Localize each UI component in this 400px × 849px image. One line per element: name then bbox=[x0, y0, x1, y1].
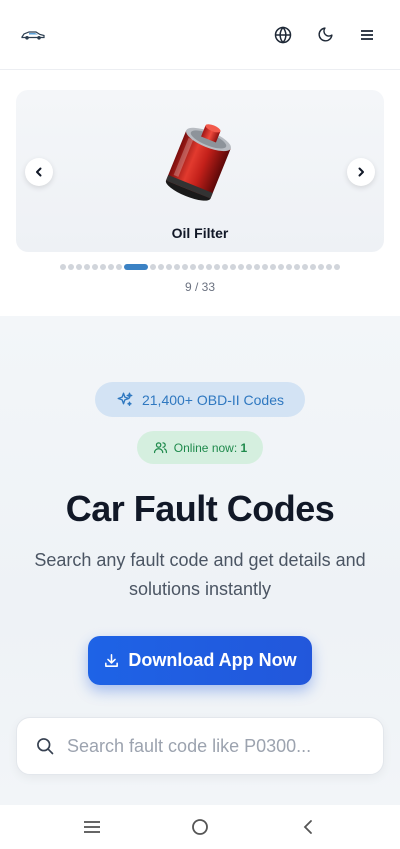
page-title: Car Fault Codes bbox=[65, 488, 335, 529]
pagination-dot[interactable] bbox=[222, 264, 228, 270]
pagination-dot[interactable] bbox=[68, 264, 74, 270]
pagination-dot[interactable] bbox=[60, 264, 66, 270]
moon-icon bbox=[318, 27, 333, 42]
hamburger-menu-icon bbox=[361, 29, 373, 40]
language-button[interactable] bbox=[270, 22, 296, 48]
pagination-dot[interactable] bbox=[108, 264, 114, 270]
pagination-dot[interactable] bbox=[262, 264, 268, 270]
pagination-dot[interactable] bbox=[92, 264, 98, 270]
pagination-dot[interactable] bbox=[206, 264, 212, 270]
pagination-dot[interactable] bbox=[310, 264, 316, 270]
pagination-dot[interactable] bbox=[150, 264, 156, 270]
pagination-dot[interactable] bbox=[254, 264, 260, 270]
pagination-dot[interactable] bbox=[76, 264, 82, 270]
carousel-pagination-dots bbox=[0, 263, 400, 271]
online-users-badge: Online now: 1 bbox=[137, 431, 263, 464]
pagination-dot[interactable] bbox=[158, 264, 164, 270]
chevron-left-icon bbox=[36, 167, 42, 177]
featured-parts-section: Oil Filter 9 / 33 bbox=[0, 70, 400, 316]
home-icon bbox=[192, 819, 208, 835]
pagination-dot[interactable] bbox=[84, 264, 90, 270]
system-navigation-bar bbox=[0, 805, 400, 849]
pagination-dot[interactable] bbox=[286, 264, 292, 270]
search-box[interactable] bbox=[16, 717, 384, 775]
theme-toggle-button[interactable] bbox=[312, 22, 338, 48]
globe-icon bbox=[274, 25, 292, 44]
parts-carousel[interactable]: Oil Filter bbox=[16, 90, 384, 252]
pagination-dot[interactable] bbox=[238, 264, 244, 270]
pagination-dot[interactable] bbox=[270, 264, 276, 270]
pagination-dot[interactable] bbox=[174, 264, 180, 270]
carousel-next-button[interactable] bbox=[347, 158, 375, 186]
users-icon bbox=[153, 442, 167, 454]
codes-count-badge: 21,400+ OBD-II Codes bbox=[95, 382, 305, 417]
pagination-dot[interactable] bbox=[246, 264, 252, 270]
recent-apps-button[interactable] bbox=[81, 816, 103, 838]
online-count: 1 bbox=[240, 440, 248, 455]
menu-button[interactable] bbox=[354, 22, 380, 48]
download-icon bbox=[105, 654, 119, 667]
oil-filter-image bbox=[156, 112, 246, 204]
pagination-dot[interactable] bbox=[334, 264, 340, 270]
back-button[interactable] bbox=[297, 816, 319, 838]
pagination-dot[interactable] bbox=[302, 264, 308, 270]
car-logo-icon[interactable] bbox=[20, 28, 50, 42]
pagination-dot[interactable] bbox=[190, 264, 196, 270]
pagination-dot[interactable] bbox=[214, 264, 220, 270]
pagination-dot-active[interactable] bbox=[124, 264, 148, 270]
search-icon bbox=[37, 738, 54, 755]
header-actions bbox=[270, 22, 380, 48]
pagination-dot[interactable] bbox=[278, 264, 284, 270]
carousel-item-title: Oil Filter bbox=[171, 225, 229, 241]
carousel-prev-button[interactable] bbox=[25, 158, 53, 186]
pagination-dot[interactable] bbox=[230, 264, 236, 270]
pagination-dot[interactable] bbox=[198, 264, 204, 270]
pagination-dot[interactable] bbox=[326, 264, 332, 270]
pagination-dot[interactable] bbox=[182, 264, 188, 270]
page-subtitle: Search any fault code and get details an… bbox=[34, 550, 366, 599]
sparkles-icon bbox=[117, 392, 133, 406]
pagination-dot[interactable] bbox=[100, 264, 106, 270]
home-button[interactable] bbox=[189, 816, 211, 838]
codes-count-text: 21,400+ OBD-II Codes bbox=[141, 391, 285, 408]
download-app-button[interactable]: Download App Now bbox=[88, 636, 312, 685]
app-header bbox=[0, 0, 400, 70]
carousel-counter: 9 / 33 bbox=[184, 280, 216, 294]
hero-section: 21,400+ OBD-II Codes Online now: 1 Car F… bbox=[0, 316, 400, 805]
recent-apps-icon bbox=[84, 821, 100, 833]
online-label: Online now: bbox=[173, 440, 238, 455]
download-app-label: Download App Now bbox=[128, 650, 297, 670]
pagination-dot[interactable] bbox=[318, 264, 324, 270]
pagination-dot[interactable] bbox=[166, 264, 172, 270]
chevron-right-icon bbox=[358, 167, 364, 177]
back-icon bbox=[303, 820, 312, 834]
pagination-dot[interactable] bbox=[294, 264, 300, 270]
search-input[interactable] bbox=[67, 735, 383, 757]
pagination-dot[interactable] bbox=[116, 264, 122, 270]
